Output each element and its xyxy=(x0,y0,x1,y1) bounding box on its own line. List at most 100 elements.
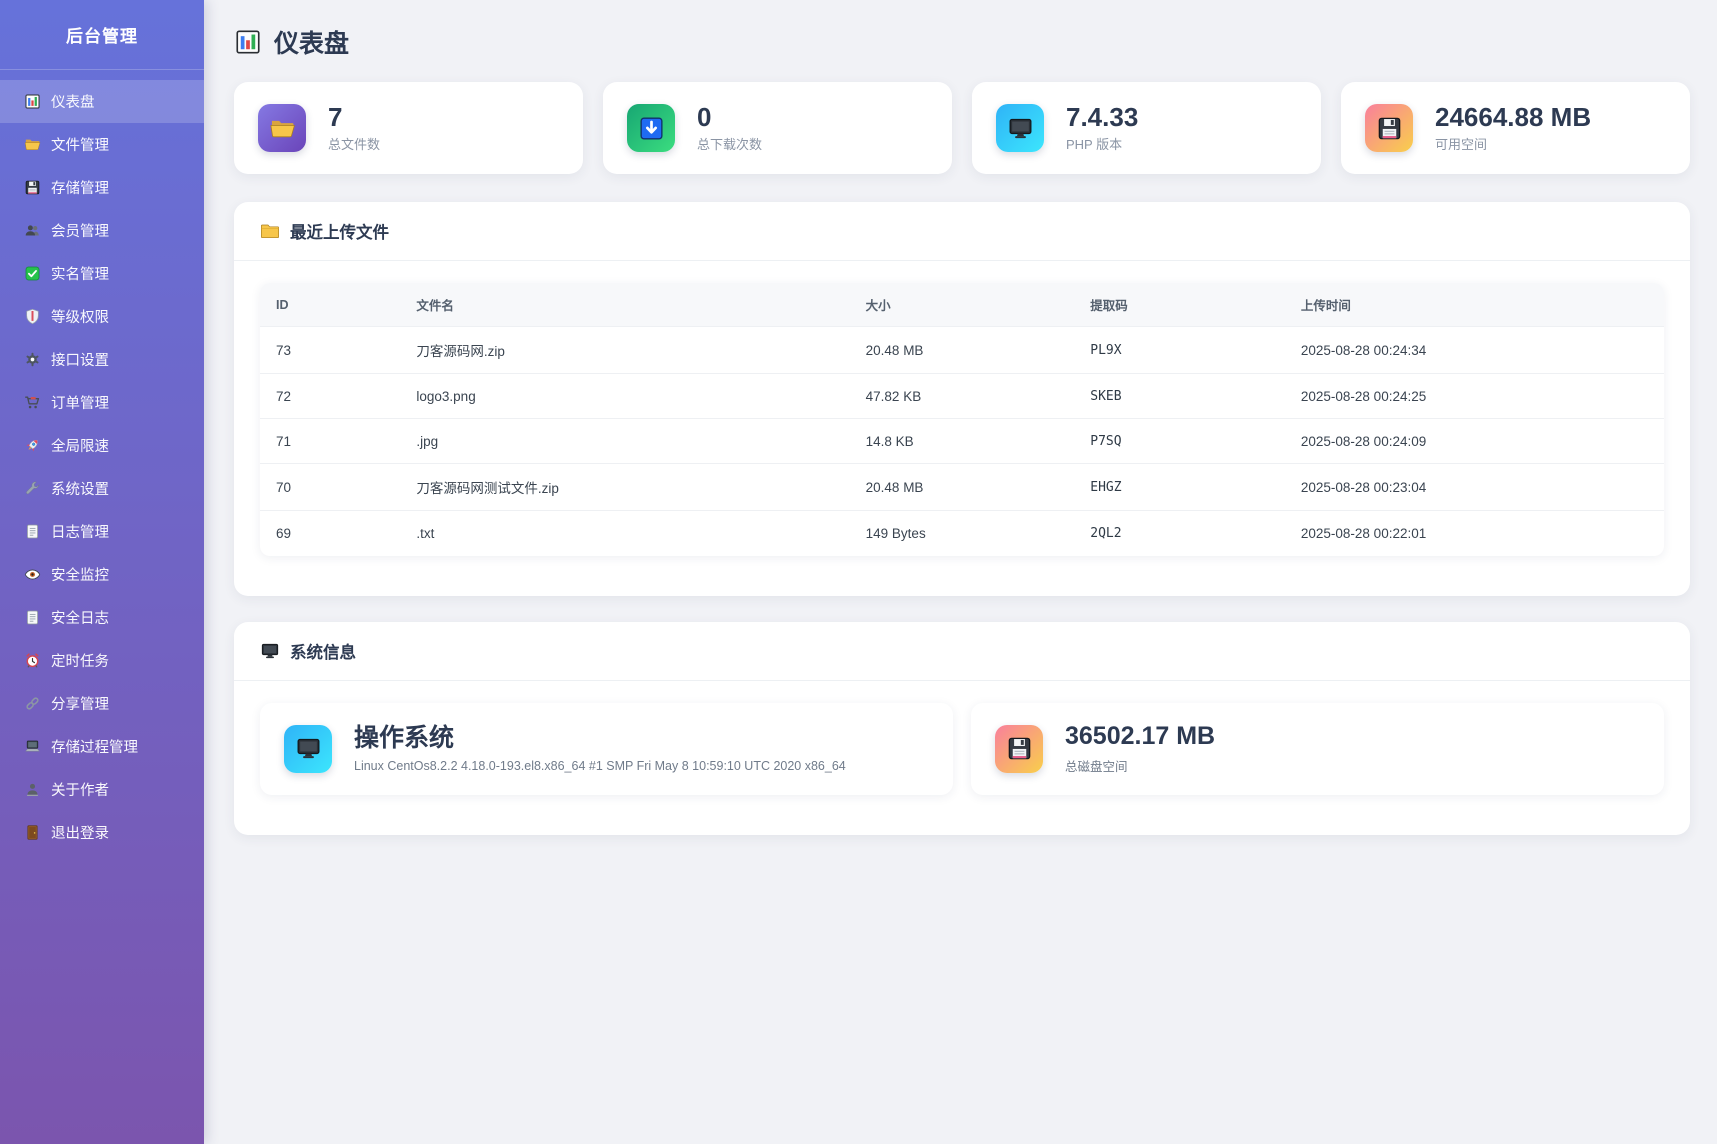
sidebar-item[interactable]: 关于作者 xyxy=(0,768,204,811)
sidebar-item[interactable]: 等级权限 xyxy=(0,295,204,338)
row-id: 73 xyxy=(260,327,400,374)
sidebar-item[interactable]: 仪表盘 xyxy=(0,80,204,123)
extract-code: SKEB xyxy=(1074,374,1285,419)
sidebar: 后台管理 仪表盘文件管理存储管理会员管理实名管理等级权限接口设置订单管理全局限速… xyxy=(0,0,204,1144)
system-info-header: 系统信息 xyxy=(234,622,1690,681)
row-id: 69 xyxy=(260,511,400,556)
sidebar-item[interactable]: 订单管理 xyxy=(0,381,204,424)
column-header: 大小 xyxy=(850,283,1075,327)
column-header: 上传时间 xyxy=(1285,283,1664,327)
upload-time: 2025-08-28 00:23:04 xyxy=(1285,464,1664,511)
stat-card: 0 总下载次数 xyxy=(603,82,952,174)
stat-label: PHP 版本 xyxy=(1066,134,1138,153)
recent-uploads-card: 最近上传文件 ID文件名大小提取码上传时间 73刀客源码网.zip20.48 M… xyxy=(234,202,1690,596)
sidebar-item[interactable]: 退出登录 xyxy=(0,811,204,854)
sidebar-item-label: 定时任务 xyxy=(51,650,109,671)
recent-uploads-header: 最近上传文件 xyxy=(234,202,1690,261)
table-row: 73刀客源码网.zip20.48 MBPL9X2025-08-28 00:24:… xyxy=(260,327,1664,374)
extract-code: EHGZ xyxy=(1074,464,1285,511)
notepad-icon xyxy=(24,609,41,626)
sidebar-item[interactable]: 定时任务 xyxy=(0,639,204,682)
gear-icon xyxy=(24,351,41,368)
file-name: 刀客源码网.zip xyxy=(400,327,849,374)
floppy-icon xyxy=(1365,104,1413,152)
sidebar-item[interactable]: 分享管理 xyxy=(0,682,204,725)
stat-value: 7.4.33 xyxy=(1066,103,1138,132)
sidebar-item-label: 实名管理 xyxy=(51,263,109,284)
uploads-table: ID文件名大小提取码上传时间 73刀客源码网.zip20.48 MBPL9X20… xyxy=(260,283,1664,556)
table-row: 71.jpg14.8 KBP7SQ2025-08-28 00:24:09 xyxy=(260,419,1664,464)
file-name: 刀客源码网测试文件.zip xyxy=(400,464,849,511)
upload-time: 2025-08-28 00:24:25 xyxy=(1285,374,1664,419)
os-title: 操作系统 xyxy=(354,724,846,753)
sidebar-item-label: 全局限速 xyxy=(51,435,109,456)
monitor-icon xyxy=(284,725,332,773)
disk-total-value: 36502.17 MB xyxy=(1065,722,1215,751)
shield-icon xyxy=(24,308,41,325)
extract-code: 2QL2 xyxy=(1074,511,1285,556)
row-id: 70 xyxy=(260,464,400,511)
users-icon xyxy=(24,222,41,239)
sidebar-item-label: 仪表盘 xyxy=(51,91,95,112)
stat-card: 7 总文件数 xyxy=(234,82,583,174)
stat-value: 7 xyxy=(328,103,380,132)
folder-icon xyxy=(260,221,280,241)
sidebar-item-label: 关于作者 xyxy=(51,779,109,800)
chart-bar-icon xyxy=(234,28,262,56)
app-title: 后台管理 xyxy=(0,0,204,70)
sidebar-item-label: 订单管理 xyxy=(51,392,109,413)
download-icon xyxy=(627,104,675,152)
sidebar-nav: 仪表盘文件管理存储管理会员管理实名管理等级权限接口设置订单管理全局限速系统设置日… xyxy=(0,70,204,854)
sidebar-item[interactable]: 全局限速 xyxy=(0,424,204,467)
stat-value: 0 xyxy=(697,103,762,132)
sidebar-item[interactable]: 系统设置 xyxy=(0,467,204,510)
sidebar-item[interactable]: 存储过程管理 xyxy=(0,725,204,768)
sidebar-item-label: 存储过程管理 xyxy=(51,736,138,757)
stat-card: 24664.88 MB可用空间 xyxy=(1341,82,1690,174)
sidebar-item-label: 等级权限 xyxy=(51,306,109,327)
file-size: 20.48 MB xyxy=(850,327,1075,374)
table-row: 70刀客源码网测试文件.zip20.48 MBEHGZ2025-08-28 00… xyxy=(260,464,1664,511)
extract-code: PL9X xyxy=(1074,327,1285,374)
sidebar-item[interactable]: 文件管理 xyxy=(0,123,204,166)
eye-icon xyxy=(24,566,41,583)
upload-time: 2025-08-28 00:22:01 xyxy=(1285,511,1664,556)
sidebar-item[interactable]: 存储管理 xyxy=(0,166,204,209)
stat-label: 总下载次数 xyxy=(697,134,762,153)
link-icon xyxy=(24,695,41,712)
door-icon xyxy=(24,824,41,841)
sidebar-item[interactable]: 接口设置 xyxy=(0,338,204,381)
upload-time: 2025-08-28 00:24:09 xyxy=(1285,419,1664,464)
sidebar-item[interactable]: 会员管理 xyxy=(0,209,204,252)
file-name: .jpg xyxy=(400,419,849,464)
sidebar-item-label: 接口设置 xyxy=(51,349,109,370)
sidebar-item[interactable]: 实名管理 xyxy=(0,252,204,295)
recent-uploads-title: 最近上传文件 xyxy=(290,219,389,243)
notepad-icon xyxy=(24,523,41,540)
monitor-icon xyxy=(260,641,280,661)
uploads-table-wrap: ID文件名大小提取码上传时间 73刀客源码网.zip20.48 MBPL9X20… xyxy=(260,283,1664,556)
sidebar-item[interactable]: 安全监控 xyxy=(0,553,204,596)
floppy-icon xyxy=(24,179,41,196)
stat-label: 总文件数 xyxy=(328,134,380,153)
os-info-card: 操作系统 Linux CentOs8.2.2 4.18.0-193.el8.x8… xyxy=(260,703,953,795)
table-row: 69.txt149 Bytes2QL22025-08-28 00:22:01 xyxy=(260,511,1664,556)
file-size: 149 Bytes xyxy=(850,511,1075,556)
file-size: 20.48 MB xyxy=(850,464,1075,511)
row-id: 71 xyxy=(260,419,400,464)
sidebar-item[interactable]: 日志管理 xyxy=(0,510,204,553)
column-header: ID xyxy=(260,283,400,327)
table-row: 72logo3.png47.82 KBSKEB2025-08-28 00:24:… xyxy=(260,374,1664,419)
sidebar-item-label: 存储管理 xyxy=(51,177,109,198)
main-content: 仪表盘 7 总文件数 0 总下载次数 7.4.33 PHP 版本 24664.88 MB可用… xyxy=(204,0,1717,901)
sidebar-item-label: 系统设置 xyxy=(51,478,109,499)
sidebar-item[interactable]: 安全日志 xyxy=(0,596,204,639)
sidebar-item-label: 文件管理 xyxy=(51,134,109,155)
system-info-card: 系统信息 操作系统 Linux CentOs8.2.2 4.18.0-193.e… xyxy=(234,622,1690,835)
upload-time: 2025-08-28 00:24:34 xyxy=(1285,327,1664,374)
sidebar-item-label: 安全监控 xyxy=(51,564,109,585)
file-size: 14.8 KB xyxy=(850,419,1075,464)
sidebar-item-label: 分享管理 xyxy=(51,693,109,714)
file-name: .txt xyxy=(400,511,849,556)
page-title: 仪表盘 xyxy=(274,24,349,60)
